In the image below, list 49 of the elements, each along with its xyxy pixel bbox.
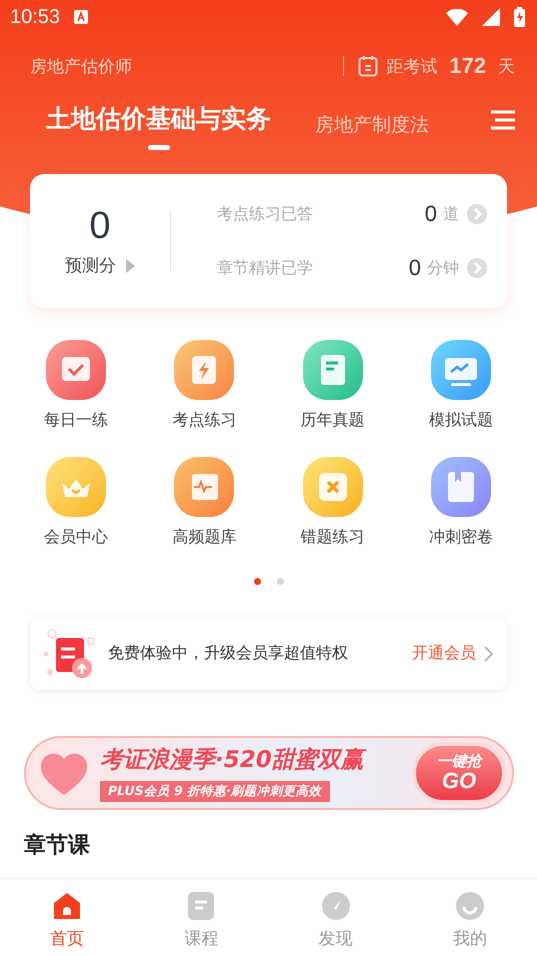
compass-icon xyxy=(320,891,351,921)
calendar-icon xyxy=(46,340,106,400)
shortcut-button[interactable]: 会员中心 xyxy=(12,457,140,548)
document-icon xyxy=(187,891,216,921)
book-icon xyxy=(430,457,491,517)
banner-subtitle: PLUS会员 9 折特惠·刷题冲刺更高效 xyxy=(100,781,330,802)
paper-icon xyxy=(302,340,363,400)
stat-unit: 分钟 xyxy=(427,258,459,278)
countdown-label: 距考试 xyxy=(386,56,438,78)
countdown-days: 172 xyxy=(449,53,486,79)
shortcut-button[interactable]: 模拟试题 xyxy=(396,340,525,431)
section-title: 章节课 xyxy=(24,832,91,860)
crown-icon xyxy=(46,457,106,517)
stat-label: 考点练习已答 xyxy=(217,204,313,224)
chevron-icon xyxy=(467,204,487,224)
stat-value: 0 xyxy=(408,255,421,281)
shortcut-button[interactable]: 错题练习 xyxy=(268,457,397,548)
bolt-icon xyxy=(174,340,234,400)
score-link[interactable]: 预测分 xyxy=(65,254,135,277)
signal-icon xyxy=(482,8,500,26)
smiley-icon xyxy=(454,891,485,921)
wifi-icon xyxy=(446,8,468,26)
banner-title: 考证浪漫季·520甜蜜双赢 xyxy=(100,744,364,775)
shortcut-button[interactable]: 历年真题 xyxy=(268,340,397,431)
chevron-icon xyxy=(467,258,487,278)
pulse-icon xyxy=(174,457,234,517)
stat-unit: 道 xyxy=(443,204,459,224)
home-icon xyxy=(52,891,82,921)
nav-tab[interactable]: 首页 xyxy=(0,879,134,956)
membership-link[interactable]: 开通会员 xyxy=(412,643,493,664)
shortcut-button[interactable]: 每日一练 xyxy=(12,340,140,431)
shortcut-button[interactable]: 高频题库 xyxy=(140,457,268,548)
shortcut-button[interactable]: 考点练习 xyxy=(140,340,268,431)
cross-icon xyxy=(302,457,363,517)
shortcut-button[interactable]: 冲刺密卷 xyxy=(396,457,525,548)
stat-label: 章节精讲已学 xyxy=(217,258,313,278)
triangle-icon xyxy=(126,258,135,272)
monitor-icon xyxy=(430,340,491,400)
status-time: 10:53 xyxy=(10,6,60,28)
chevron-icon xyxy=(484,646,493,662)
promo-text: 免费体验中，升级会员享超值特权 xyxy=(108,643,349,664)
menu-icon[interactable] xyxy=(491,110,515,130)
predicted-score: 0 xyxy=(89,205,111,248)
exam-name: 房地产估价师 xyxy=(30,56,132,78)
battery-icon xyxy=(514,7,525,27)
calendar-icon xyxy=(358,55,378,77)
stat-value: 0 xyxy=(424,201,437,227)
keyboard-icon xyxy=(74,10,88,24)
countdown-unit: 天 xyxy=(498,56,515,78)
